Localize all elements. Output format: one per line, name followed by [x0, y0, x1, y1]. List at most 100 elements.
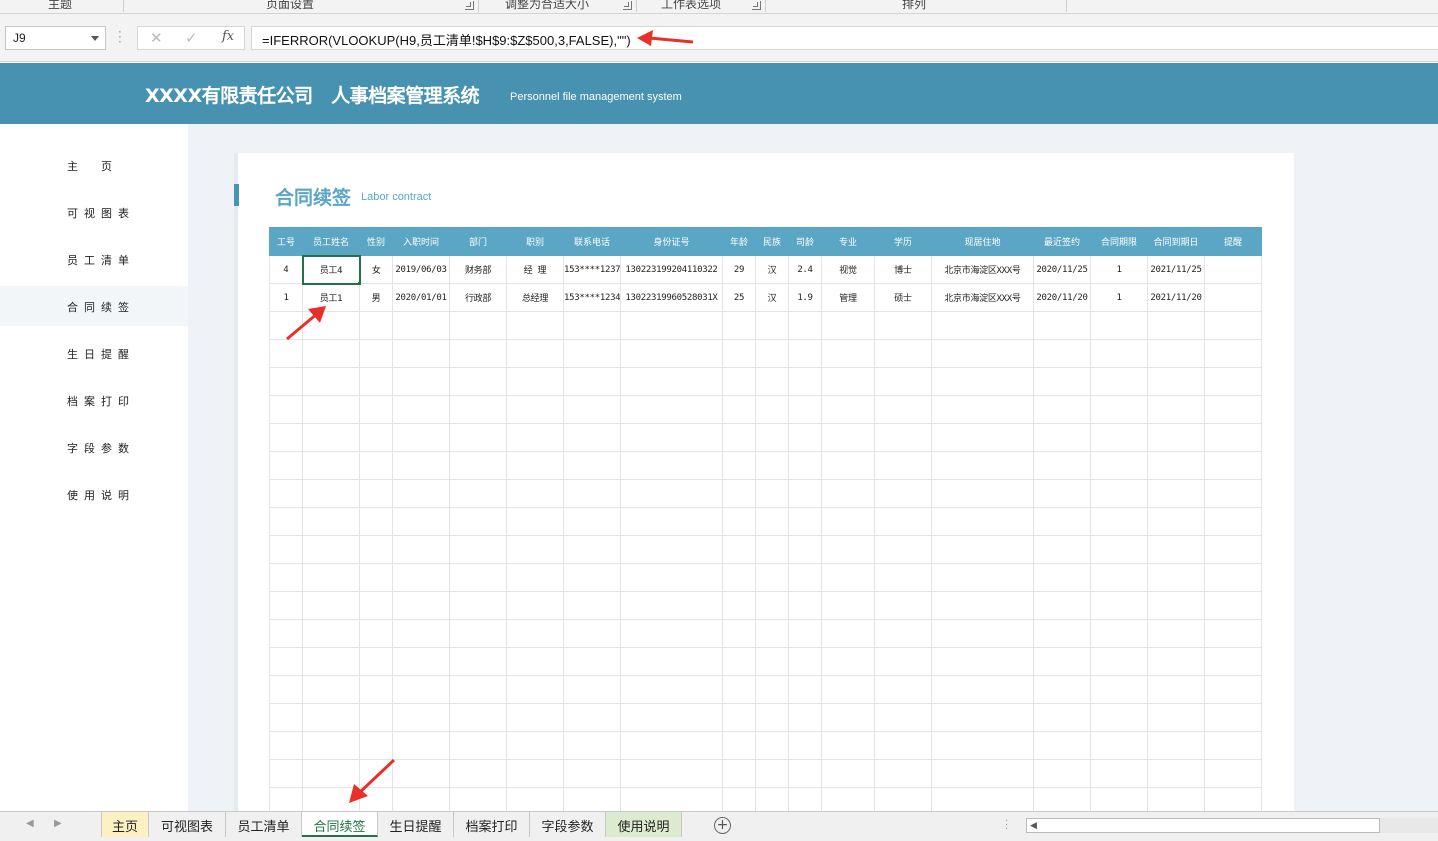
- table-cell[interactable]: [506, 479, 564, 508]
- table-cell[interactable]: [506, 535, 564, 564]
- table-cell[interactable]: [1147, 619, 1205, 648]
- table-cell[interactable]: [821, 451, 875, 480]
- table-cell[interactable]: [1147, 563, 1205, 592]
- table-cell[interactable]: [506, 647, 564, 676]
- table-cell[interactable]: [269, 479, 303, 508]
- table-cell[interactable]: [874, 507, 932, 536]
- table-cell[interactable]: [449, 703, 507, 732]
- table-cell[interactable]: [620, 703, 723, 732]
- table-cell[interactable]: [1147, 647, 1205, 676]
- table-cell[interactable]: [788, 535, 822, 564]
- table-cell[interactable]: [269, 367, 303, 396]
- table-cell[interactable]: [1147, 479, 1205, 508]
- table-cell[interactable]: 25: [722, 283, 756, 312]
- insert-function-icon[interactable]: fx: [222, 29, 234, 44]
- table-cell[interactable]: [620, 591, 723, 620]
- table-cell[interactable]: [1204, 675, 1262, 704]
- table-cell[interactable]: [1090, 563, 1148, 592]
- scrollbar-track[interactable]: [1380, 818, 1438, 833]
- table-cell[interactable]: [620, 395, 723, 424]
- table-cell[interactable]: [1204, 703, 1262, 732]
- table-cell[interactable]: [506, 619, 564, 648]
- table-cell[interactable]: [755, 759, 789, 788]
- table-cell[interactable]: [449, 479, 507, 508]
- table-cell[interactable]: [1033, 647, 1091, 676]
- table-cell[interactable]: [563, 339, 621, 368]
- table-cell[interactable]: [931, 591, 1034, 620]
- tab-employee-list[interactable]: 员工清单: [226, 812, 302, 837]
- table-cell[interactable]: [563, 591, 621, 620]
- table-cell[interactable]: [1033, 395, 1091, 424]
- table-cell[interactable]: [1204, 367, 1262, 396]
- table-cell[interactable]: 经 理: [506, 255, 564, 284]
- dialog-launcher-icon[interactable]: [465, 1, 474, 10]
- table-cell[interactable]: [755, 731, 789, 760]
- table-cell[interactable]: [722, 619, 756, 648]
- table-cell[interactable]: [788, 591, 822, 620]
- table-cell[interactable]: [392, 647, 450, 676]
- table-cell[interactable]: [359, 339, 393, 368]
- table-cell[interactable]: [359, 619, 393, 648]
- table-cell[interactable]: 153****1234: [563, 283, 621, 312]
- table-cell[interactable]: [931, 479, 1034, 508]
- table-cell[interactable]: [449, 591, 507, 620]
- tab-scroll-right-icon[interactable]: ▶: [54, 818, 62, 829]
- table-cell[interactable]: [931, 311, 1034, 340]
- table-cell[interactable]: [302, 619, 360, 648]
- tab-field-params[interactable]: 字段参数: [530, 812, 606, 837]
- table-cell[interactable]: [1033, 675, 1091, 704]
- table-cell[interactable]: [620, 731, 723, 760]
- table-cell[interactable]: 北京市海淀区XXX号: [931, 283, 1034, 312]
- table-cell[interactable]: [563, 311, 621, 340]
- formula-input[interactable]: =IFERROR(VLOOKUP(H9,员工清单!$H$9:$Z$500,3,F…: [251, 26, 1438, 50]
- table-cell[interactable]: [359, 507, 393, 536]
- table-cell[interactable]: 1: [1090, 255, 1148, 284]
- table-cell[interactable]: [1204, 563, 1262, 592]
- table-cell[interactable]: [1204, 731, 1262, 760]
- table-cell[interactable]: [821, 311, 875, 340]
- table-cell[interactable]: [1204, 759, 1262, 788]
- table-cell[interactable]: [1090, 703, 1148, 732]
- table-cell[interactable]: [269, 423, 303, 452]
- sidebar-item-home[interactable]: 主 页: [0, 145, 188, 185]
- table-cell[interactable]: [359, 423, 393, 452]
- table-cell[interactable]: [874, 675, 932, 704]
- table-cell[interactable]: [1090, 507, 1148, 536]
- table-cell[interactable]: [1147, 759, 1205, 788]
- table-cell[interactable]: [269, 647, 303, 676]
- table-cell[interactable]: 4: [269, 255, 303, 284]
- table-cell[interactable]: 硕士: [874, 283, 932, 312]
- table-cell[interactable]: [722, 367, 756, 396]
- table-cell[interactable]: [302, 451, 360, 480]
- table-cell[interactable]: [1090, 423, 1148, 452]
- table-cell[interactable]: [506, 563, 564, 592]
- table-cell[interactable]: [359, 395, 393, 424]
- sidebar-item-field-params[interactable]: 字段参数: [0, 427, 188, 467]
- table-cell[interactable]: [1204, 479, 1262, 508]
- table-cell[interactable]: [874, 367, 932, 396]
- table-cell[interactable]: [821, 423, 875, 452]
- table-cell[interactable]: [359, 675, 393, 704]
- table-cell[interactable]: [506, 451, 564, 480]
- table-cell[interactable]: 汉: [755, 283, 789, 312]
- table-cell[interactable]: [931, 563, 1034, 592]
- table-cell[interactable]: [874, 395, 932, 424]
- table-cell[interactable]: [506, 367, 564, 396]
- table-cell[interactable]: [269, 731, 303, 760]
- table-cell[interactable]: [1147, 535, 1205, 564]
- table-cell[interactable]: [1033, 619, 1091, 648]
- selected-cell[interactable]: 员工4: [301, 254, 361, 285]
- table-cell[interactable]: [302, 311, 360, 340]
- table-cell[interactable]: [449, 675, 507, 704]
- table-cell[interactable]: [392, 507, 450, 536]
- table-cell[interactable]: [874, 619, 932, 648]
- table-cell[interactable]: [1204, 423, 1262, 452]
- table-cell[interactable]: [302, 423, 360, 452]
- table-cell[interactable]: 员工1: [302, 283, 360, 312]
- table-cell[interactable]: [359, 563, 393, 592]
- tab-birthday-reminder[interactable]: 生日提醒: [378, 812, 454, 837]
- table-cell[interactable]: [302, 703, 360, 732]
- table-cell[interactable]: [788, 563, 822, 592]
- table-cell[interactable]: [874, 731, 932, 760]
- table-cell[interactable]: [874, 479, 932, 508]
